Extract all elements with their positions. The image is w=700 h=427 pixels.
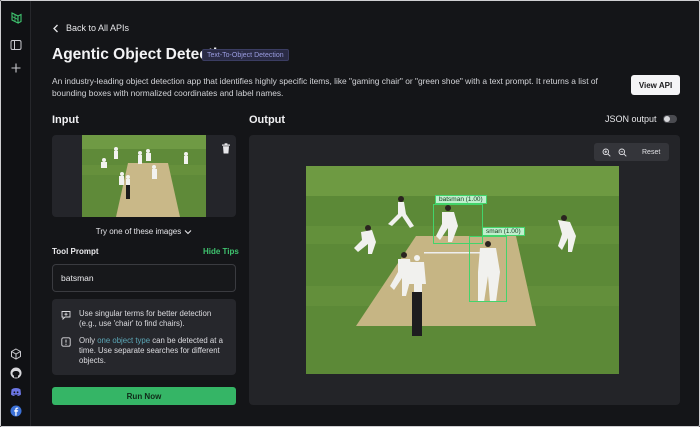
zoom-toolbar: Reset <box>594 143 669 161</box>
tip-text: Use singular terms for better detection … <box>79 309 212 328</box>
tip-item: Use singular terms for better detection … <box>61 309 229 329</box>
discord-icon[interactable] <box>9 385 23 399</box>
view-api-button[interactable]: View API <box>631 75 680 95</box>
logo-icon[interactable] <box>9 11 23 25</box>
zoom-in-button[interactable] <box>598 143 614 161</box>
tip-text-start: Only <box>79 336 98 345</box>
alert-icon <box>61 337 71 347</box>
tip-text: Only one object type can be detected at … <box>79 336 229 366</box>
try-images-dropdown[interactable]: Try one of these images <box>52 227 236 236</box>
input-image-card[interactable] <box>52 135 236 217</box>
github-icon[interactable] <box>9 366 23 380</box>
tip-item: Only one object type can be detected at … <box>61 336 229 366</box>
cube-icon[interactable] <box>9 347 23 361</box>
tool-prompt-input[interactable]: batsman <box>52 264 236 292</box>
sidebar-panel-icon[interactable] <box>9 38 23 52</box>
detection-box[interactable] <box>469 236 507 302</box>
plus-icon[interactable] <box>9 61 23 75</box>
facebook-icon[interactable] <box>9 404 23 418</box>
input-heading: Input <box>52 114 79 126</box>
tips-panel: Use singular terms for better detection … <box>52 299 236 375</box>
output-panel: Reset batsman (1.00) sman (1.00) <box>249 135 680 405</box>
reset-button[interactable]: Reset <box>642 149 660 156</box>
toggle-switch[interactable] <box>662 115 677 123</box>
trash-icon[interactable] <box>221 143 231 154</box>
json-output-label: JSON output <box>605 114 657 124</box>
output-heading: Output <box>249 114 286 126</box>
zoom-out-icon <box>618 148 627 157</box>
try-images-label: Try one of these images <box>95 227 182 236</box>
detection-label: batsman (1.00) <box>435 195 487 204</box>
chevron-down-icon <box>184 229 192 234</box>
json-output-toggle[interactable]: JSON output <box>605 114 677 124</box>
category-tag: Text-To-Object Detection <box>202 49 289 61</box>
run-now-button[interactable]: Run Now <box>52 387 236 405</box>
page-description: An industry-leading object detection app… <box>52 76 598 98</box>
input-image-thumbnail <box>82 135 206 217</box>
toggle-knob <box>663 116 670 122</box>
main-content: Back to All APIs Agentic Object Detectio… <box>32 0 699 427</box>
back-link[interactable]: Back to All APIs <box>52 21 129 35</box>
tool-prompt-label: Tool Prompt <box>52 247 99 256</box>
back-link-label: Back to All APIs <box>66 23 130 33</box>
chevron-left-icon <box>53 24 58 32</box>
zoom-in-icon <box>602 148 611 157</box>
detection-label: sman (1.00) <box>482 227 525 236</box>
left-rail <box>1 1 31 426</box>
zoom-out-button[interactable] <box>614 143 630 161</box>
one-object-type-link[interactable]: one object type <box>97 336 150 345</box>
output-image: batsman (1.00) sman (1.00) <box>306 166 619 374</box>
message-plus-icon <box>61 311 71 320</box>
hide-tips-link[interactable]: Hide Tips <box>203 247 239 256</box>
